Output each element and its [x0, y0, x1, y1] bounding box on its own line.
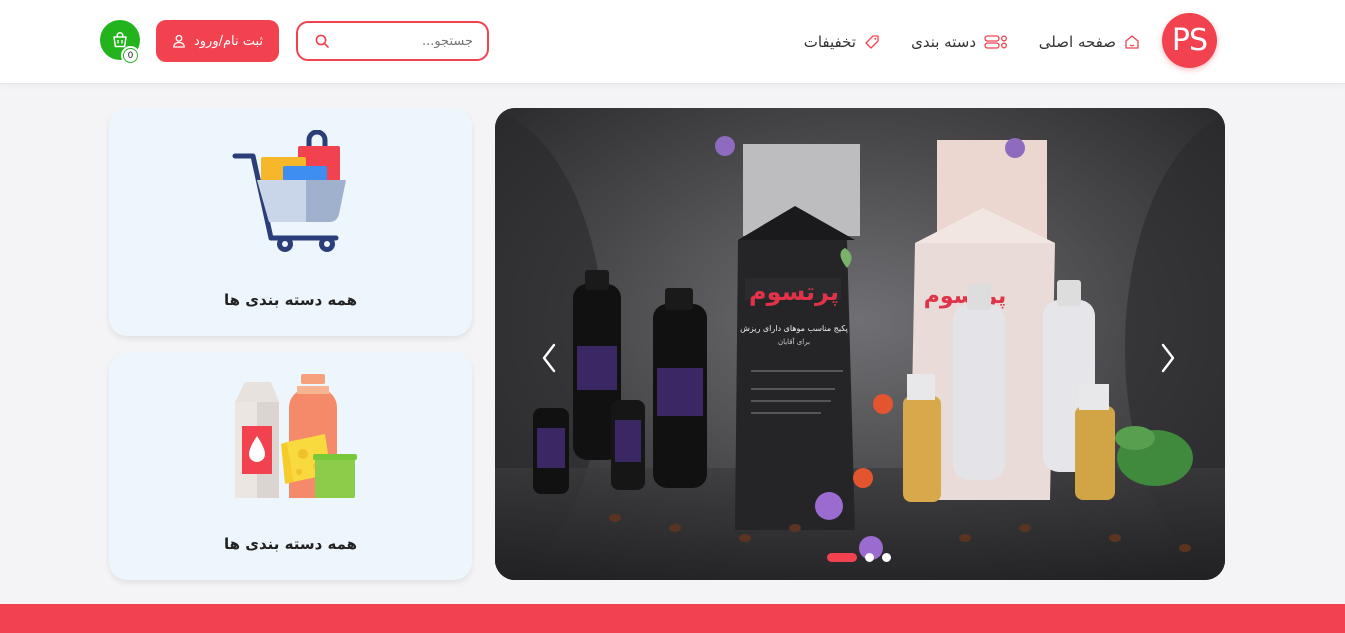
slider-prev-button[interactable] [536, 338, 562, 378]
chevron-left-icon [542, 343, 556, 373]
categories-icon [984, 35, 1007, 49]
slider-dot-2[interactable] [865, 553, 874, 562]
login-register-button[interactable]: ثبت نام/ورود [156, 20, 279, 62]
hero-slider: پرتسوم پکیج مناسب موهای دارای ریزش برای … [495, 108, 1225, 580]
search-box [296, 21, 489, 61]
category-card-groceries[interactable]: همه دسته بندی ها [109, 352, 472, 580]
category-label: همه دسته بندی ها [223, 291, 358, 309]
nav-discounts-link[interactable]: تخفیفات [804, 30, 880, 54]
footer-bar [0, 604, 1345, 633]
search-input[interactable] [353, 33, 473, 49]
slider-pagination [827, 553, 891, 562]
slider-dot-3[interactable] [882, 553, 891, 562]
shopping-cart-icon [232, 130, 346, 252]
site-logo[interactable]: PS [1162, 13, 1217, 68]
chevron-right-icon [1161, 343, 1175, 373]
hair-care-products-banner: پرتسوم پکیج مناسب موهای دارای ریزش برای … [495, 108, 1225, 580]
nav-home-link[interactable]: صفحه اصلی [1039, 30, 1140, 54]
home-icon [1125, 35, 1139, 49]
slider-dot-1[interactable] [827, 553, 857, 562]
nav-home-label: صفحه اصلی [1038, 33, 1116, 51]
login-register-label: ثبت نام/ورود [193, 33, 264, 49]
search-icon[interactable] [314, 33, 330, 49]
cart-count: 0 [124, 49, 137, 62]
box-sub: برای آقایان [778, 337, 810, 346]
cart-count-badge: 0 [121, 46, 140, 65]
category-card-all[interactable]: همه دسته بندی ها [109, 108, 472, 336]
site-header: PS صفحه اصلی دسته بندی تخفیفات ثبت نام/و… [0, 0, 1345, 84]
user-icon [173, 34, 185, 48]
slider-next-button[interactable] [1155, 338, 1181, 378]
tag-icon [865, 35, 879, 49]
nav-categories-link[interactable]: دسته بندی [911, 30, 1008, 54]
groceries-icon [235, 374, 357, 498]
category-label: همه دسته بندی ها [223, 535, 358, 553]
nav-categories-label: دسته بندی [911, 33, 976, 51]
box-headline: پکیج مناسب موهای دارای ریزش [740, 324, 848, 333]
brand-logo-text: پرتسوم [749, 278, 839, 306]
nav-discounts-label: تخفیفات [803, 33, 856, 51]
